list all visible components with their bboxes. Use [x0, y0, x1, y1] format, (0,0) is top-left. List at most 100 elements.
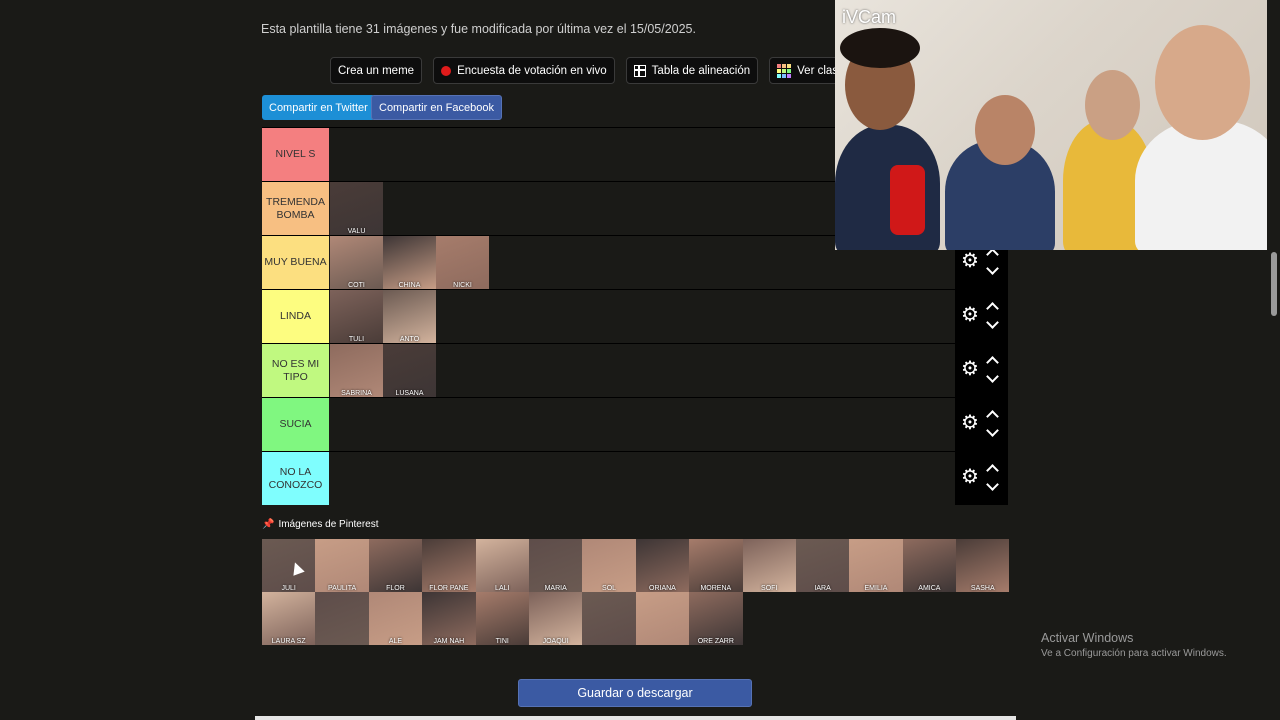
tier-label[interactable]: NIVEL S: [262, 128, 329, 181]
pool-image[interactable]: PAULITA: [315, 539, 369, 592]
tier-items: COTI CHINA NICKI: [330, 236, 489, 289]
image-caption: SOFI: [761, 585, 778, 592]
gear-icon[interactable]: ⚙: [961, 305, 979, 325]
chevron-up-icon[interactable]: [986, 302, 999, 315]
chevron-up-icon[interactable]: [986, 464, 999, 477]
image-caption: ANTO: [399, 336, 420, 343]
pool-image[interactable]: JOAQUI: [528, 592, 583, 645]
pool-image[interactable]: SOL: [582, 539, 636, 592]
page-scrollbar[interactable]: [1267, 0, 1280, 720]
image-caption: MARIA: [544, 585, 567, 592]
tier-image[interactable]: CHINA: [383, 236, 436, 289]
image-caption: VALU: [347, 228, 366, 235]
pool-image[interactable]: SOFI: [742, 539, 796, 592]
tier-controls: ⚙: [955, 452, 1008, 505]
pool-image[interactable]: MORENA: [689, 539, 743, 592]
image-caption: ALE: [388, 638, 403, 645]
windows-activation-watermark: Activar Windows Ve a Configuración para …: [1041, 631, 1227, 659]
tier-label[interactable]: SUCIA: [262, 398, 329, 451]
pool-image[interactable]: MARIA: [528, 539, 583, 592]
chevron-down-icon[interactable]: [986, 316, 999, 329]
create-meme-button[interactable]: Crea un meme: [330, 57, 423, 84]
tier-image[interactable]: VALU: [330, 182, 383, 235]
share-twitter-button[interactable]: Compartir en Twitter: [262, 95, 375, 120]
save-download-button[interactable]: Guardar o descargar: [518, 679, 752, 707]
pinterest-section-title: 📌 Imágenes de Pinterest: [262, 519, 379, 530]
pool-image[interactable]: EMILIA: [849, 539, 903, 592]
pool-image[interactable]: FLOR: [368, 539, 423, 592]
webcam-hair-1: [840, 28, 920, 68]
image-pool: JULI PAULITA FLOR FLOR PANE LALI MARIA SOL ORIA…: [262, 539, 1010, 645]
pool-image[interactable]: SASHA: [956, 539, 1010, 592]
pool-image[interactable]: [635, 592, 690, 645]
image-caption: PAULITA: [328, 585, 357, 592]
tier-image[interactable]: SABRINA: [330, 344, 383, 397]
webcam-label: iVCam: [842, 7, 897, 27]
pool-image[interactable]: JAM NAH: [422, 592, 476, 645]
chevron-up-icon[interactable]: [986, 248, 999, 261]
image-caption: JAM NAH: [433, 638, 465, 645]
pool-image[interactable]: TINI: [475, 592, 529, 645]
pool-image[interactable]: AMICA: [902, 539, 957, 592]
tier-image[interactable]: TULI: [330, 290, 383, 343]
tier-items: VALU: [330, 182, 383, 235]
create-meme-label: Crea un meme: [338, 64, 415, 77]
webcam-red-microphone: [890, 165, 925, 235]
tier-label[interactable]: TREMENDA BOMBA: [262, 182, 329, 235]
image-caption: AMICA: [918, 585, 941, 592]
pool-image[interactable]: [315, 592, 369, 645]
chevron-up-icon[interactable]: [986, 356, 999, 369]
gear-icon[interactable]: ⚙: [961, 413, 979, 433]
live-poll-button[interactable]: Encuesta de votación en vivo: [433, 57, 615, 84]
image-caption: TINI: [495, 638, 509, 645]
live-poll-label: Encuesta de votación en vivo: [457, 64, 607, 77]
image-caption: FLOR: [386, 585, 405, 592]
pool-image[interactable]: LALI: [475, 539, 529, 592]
image-caption: CHINA: [398, 282, 421, 289]
pool-image[interactable]: ORIANA: [635, 539, 690, 592]
tier-controls: ⚙: [955, 344, 1008, 397]
image-caption: LALI: [495, 585, 510, 592]
chevron-down-icon[interactable]: [986, 370, 999, 383]
pool-image[interactable]: LAURA SZ: [262, 592, 316, 645]
pool-image[interactable]: ALE: [368, 592, 423, 645]
image-caption: MORENA: [700, 585, 732, 592]
tier-row: NO LA CONOZCO ⚙: [262, 451, 1008, 505]
image-caption: FLOR PANE: [429, 585, 469, 592]
tier-image[interactable]: ANTO: [383, 290, 436, 343]
tier-image[interactable]: NICKI: [436, 236, 489, 289]
pool-image[interactable]: [582, 592, 636, 645]
chevron-down-icon[interactable]: [986, 478, 999, 491]
pool-image[interactable]: FLOR PANE: [422, 539, 476, 592]
tier-items: TULI ANTO: [330, 290, 436, 343]
tier-controls: ⚙: [955, 398, 1008, 451]
alignment-chart-button[interactable]: Tabla de alineación: [625, 57, 759, 84]
scrollbar-thumb[interactable]: [1271, 252, 1277, 316]
alignment-chart-label: Tabla de alineación: [651, 64, 751, 77]
webcam-head-3: [1085, 70, 1140, 140]
pool-image[interactable]: IARA: [795, 539, 850, 592]
webcam-overlay: iVCam: [835, 0, 1280, 250]
chevron-up-icon[interactable]: [986, 410, 999, 423]
gear-icon[interactable]: ⚙: [961, 359, 979, 379]
gear-icon[interactable]: ⚙: [961, 467, 979, 487]
tier-label[interactable]: MUY BUENA: [262, 236, 329, 289]
tier-image[interactable]: LUSANA: [383, 344, 436, 397]
tier-image[interactable]: COTI: [330, 236, 383, 289]
watermark-title: Activar Windows: [1041, 631, 1134, 645]
page-bottom-edge: [255, 716, 1016, 720]
gear-icon[interactable]: ⚙: [961, 251, 979, 271]
record-dot-icon: [441, 65, 452, 76]
tier-label[interactable]: LINDA: [262, 290, 329, 343]
image-caption: SABRINA: [341, 390, 372, 397]
tier-label[interactable]: NO LA CONOZCO: [262, 452, 329, 505]
pin-icon: 📌: [262, 519, 275, 530]
tier-label[interactable]: NO ES MI TIPO: [262, 344, 329, 397]
share-facebook-button[interactable]: Compartir en Facebook: [371, 95, 502, 120]
grid-icon: [633, 64, 646, 77]
webcam-head-4: [1155, 25, 1250, 140]
chevron-down-icon[interactable]: [986, 262, 999, 275]
pool-image[interactable]: ORE ZARR: [689, 592, 743, 645]
chevron-down-icon[interactable]: [986, 424, 999, 437]
pool-image[interactable]: JULI: [262, 539, 316, 592]
